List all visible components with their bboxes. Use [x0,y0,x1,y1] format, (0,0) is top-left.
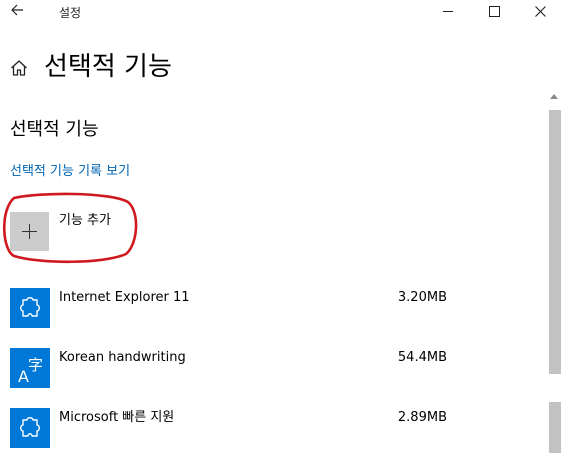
feature-size: 2.89MB [397,410,447,425]
scrollbar[interactable] [546,90,563,453]
back-arrow-icon[interactable] [6,2,28,22]
section-title: 선택적 기능 [10,119,99,140]
minimize-button[interactable] [425,0,471,24]
close-icon [534,5,546,17]
handwriting-icon: A 字 [10,348,50,388]
list-item[interactable]: A 字 Korean handwriting 54.4MB [0,340,545,390]
close-button[interactable] [517,0,563,24]
svg-text:字: 字 [28,356,43,374]
scrollbar-thumb[interactable] [549,110,561,374]
scrollbar-track-lower[interactable] [549,402,561,453]
feature-name: Korean handwriting [59,350,186,365]
minimize-icon [443,10,453,12]
maximize-icon [488,5,500,17]
feature-name: Internet Explorer 11 [59,290,190,305]
home-icon[interactable] [10,59,28,77]
list-item[interactable]: Microsoft 빠른 지원 2.89MB [0,400,545,450]
window-title: 설정 [59,6,82,20]
page-title: 선택적 기능 [44,52,172,82]
feature-size: 54.4MB [397,350,447,365]
list-item[interactable]: Internet Explorer 11 3.20MB [0,280,545,330]
feature-name: Microsoft 빠른 지원 [59,410,175,425]
plus-icon [10,212,49,251]
feature-history-link[interactable]: 선택적 기능 기록 보기 [10,163,130,181]
puzzle-icon [10,288,50,328]
add-feature-label: 기능 추가 [59,213,111,228]
maximize-button[interactable] [471,0,517,24]
puzzle-icon [10,408,50,448]
title-bar: 설정 [0,0,563,26]
scroll-up-icon[interactable] [550,94,558,99]
add-feature-button[interactable]: 기능 추가 [10,208,140,251]
feature-size: 3.20MB [397,290,447,305]
